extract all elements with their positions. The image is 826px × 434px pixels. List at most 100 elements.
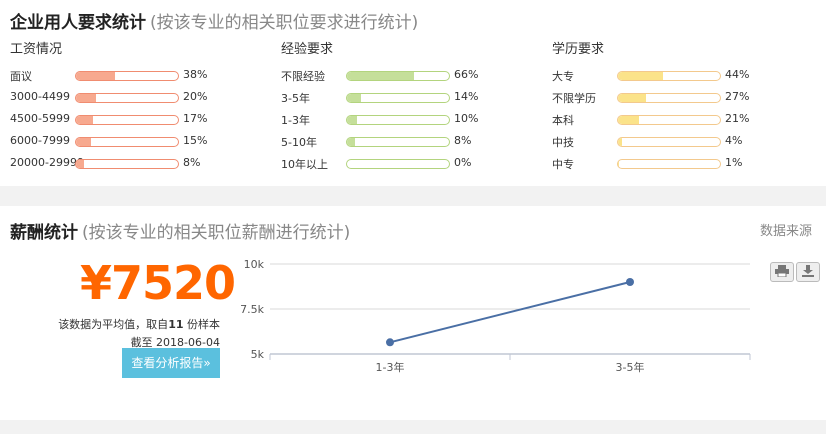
stat-row: 1-3年 10% bbox=[281, 109, 478, 131]
view-report-button[interactable]: 查看分析报告» bbox=[122, 348, 220, 378]
stat-bar-fill bbox=[347, 116, 358, 124]
requirements-section: 企业用人要求统计 (按该专业的相关职位要求进行统计) 工资情况面议 38% 3000-… bbox=[0, 0, 826, 186]
data-source-link[interactable]: 数据来源 bbox=[760, 220, 812, 239]
stat-label: 1-3年 bbox=[281, 114, 310, 127]
data-point[interactable] bbox=[386, 338, 394, 347]
stat-percent: 44% bbox=[725, 68, 750, 81]
average-salary: ¥7520 bbox=[80, 256, 236, 310]
stat-row: 面议 38% bbox=[10, 65, 207, 87]
stat-percent: 38% bbox=[183, 68, 208, 81]
sample-count: 11 bbox=[168, 318, 184, 331]
stat-bar-fill bbox=[618, 138, 623, 146]
stat-bar bbox=[617, 71, 721, 81]
stat-row: 不限学历 27% bbox=[552, 87, 749, 109]
column-heading: 经验要求 bbox=[281, 42, 334, 57]
stat-bar bbox=[75, 115, 179, 125]
stat-bar bbox=[617, 115, 721, 125]
y-tick-label: 5k bbox=[251, 348, 265, 361]
stat-bar-fill bbox=[76, 94, 97, 102]
data-point[interactable] bbox=[626, 278, 634, 286]
stat-percent: 66% bbox=[454, 68, 479, 81]
x-tick-label: 3-5年 bbox=[616, 360, 645, 374]
stat-bar-fill bbox=[76, 116, 94, 124]
stat-bar bbox=[617, 93, 721, 103]
stat-row: 中专 1% bbox=[552, 153, 742, 175]
stat-bar bbox=[346, 159, 450, 169]
stat-bar bbox=[75, 71, 179, 81]
y-tick-label: 10k bbox=[244, 258, 265, 271]
experience-column: 经验要求不限经验 66% 3-5年 14% 1-3年 10% 5-10年 8% 10年以上 0% bbox=[281, 40, 478, 175]
stat-bar bbox=[346, 93, 450, 103]
stat-bar bbox=[75, 137, 179, 147]
stat-bar-fill bbox=[347, 72, 415, 80]
requirements-header: 企业用人要求统计 (按该专业的相关职位要求进行统计) bbox=[10, 8, 418, 33]
stat-percent: 15% bbox=[183, 134, 208, 147]
series-line bbox=[389, 281, 631, 344]
stat-row: 本科 21% bbox=[552, 109, 749, 131]
stat-percent: 10% bbox=[454, 112, 479, 125]
stat-label: 面议 bbox=[10, 70, 32, 83]
stat-bar-fill bbox=[618, 160, 620, 168]
stat-percent: 4% bbox=[725, 134, 743, 147]
sample-note-prefix: 该数据为平均值，取自 bbox=[58, 318, 169, 331]
stat-percent: 8% bbox=[454, 134, 472, 147]
stat-bar-fill bbox=[347, 94, 362, 102]
stat-bar bbox=[617, 159, 721, 169]
education-column: 学历要求大专 44% 不限学历 27% 本科 21% 中技 4% 中专 1% bbox=[552, 40, 749, 175]
section-divider bbox=[0, 186, 826, 206]
column-heading: 学历要求 bbox=[552, 42, 605, 57]
stat-bar-fill bbox=[76, 72, 115, 80]
stat-row: 4500-5999 17% bbox=[10, 109, 207, 131]
stat-percent: 20% bbox=[183, 90, 208, 103]
stat-label: 中专 bbox=[552, 158, 574, 171]
column-heading: 工资情况 bbox=[10, 42, 63, 57]
stat-label: 4500-5999 bbox=[10, 112, 70, 125]
stat-bar-fill bbox=[76, 138, 92, 146]
stat-percent: 17% bbox=[183, 112, 208, 125]
y-tick-label: 7.5k bbox=[240, 303, 264, 316]
salary-section: 薪酬统计 (按该专业的相关职位薪酬进行统计) 数据来源 ¥7520 该数据为平均值… bbox=[0, 206, 826, 420]
stat-row: 6000-7999 15% bbox=[10, 131, 207, 153]
print-button[interactable] bbox=[770, 262, 794, 282]
stat-row: 20000-29999 8% bbox=[10, 153, 200, 175]
stat-row: 不限经验 66% bbox=[281, 65, 478, 87]
stat-bar bbox=[346, 115, 450, 125]
stat-bar-fill bbox=[76, 160, 85, 168]
download-button[interactable] bbox=[796, 262, 820, 282]
stat-bar-fill bbox=[618, 94, 646, 102]
salary-title: 薪酬统计 bbox=[10, 223, 78, 243]
stat-row: 3-5年 14% bbox=[281, 87, 478, 109]
stat-bar-fill bbox=[347, 138, 356, 146]
stat-bar bbox=[75, 93, 179, 103]
stat-percent: 21% bbox=[725, 112, 750, 125]
stat-label: 中技 bbox=[552, 136, 574, 149]
stat-row: 5-10年 8% bbox=[281, 131, 471, 153]
stat-percent: 8% bbox=[183, 156, 201, 169]
stat-bar bbox=[617, 137, 721, 147]
stat-bar bbox=[75, 159, 179, 169]
bottom-divider bbox=[0, 420, 826, 434]
x-tick-label: 1-3年 bbox=[376, 360, 405, 374]
sample-note: 该数据为平均值，取自11 份样本 bbox=[58, 316, 220, 332]
stat-label: 10年以上 bbox=[281, 158, 328, 171]
download-icon bbox=[802, 265, 814, 277]
stat-percent: 0% bbox=[454, 156, 472, 169]
stat-row: 大专 44% bbox=[552, 65, 749, 87]
stat-percent: 1% bbox=[725, 156, 743, 169]
requirements-subtitle: (按该专业的相关职位要求进行统计) bbox=[150, 13, 419, 33]
stat-label: 不限学历 bbox=[552, 92, 596, 105]
stat-label: 3-5年 bbox=[281, 92, 310, 105]
stat-percent: 14% bbox=[454, 90, 479, 103]
stat-label: 3000-4499 bbox=[10, 90, 70, 103]
salary-header: 薪酬统计 (按该专业的相关职位薪酬进行统计) bbox=[10, 218, 350, 243]
stat-row: 中技 4% bbox=[552, 131, 742, 153]
sample-note-suffix: 份样本 bbox=[183, 318, 220, 331]
stat-label: 20000-29999 bbox=[10, 156, 84, 169]
stat-bar bbox=[346, 71, 450, 81]
stat-label: 5-10年 bbox=[281, 136, 317, 149]
stat-label: 不限经验 bbox=[281, 70, 325, 83]
stat-bar-fill bbox=[618, 72, 663, 80]
salary-distribution-column: 工资情况面议 38% 3000-4499 20% 4500-5999 17% 6000-79… bbox=[10, 40, 207, 175]
stat-label: 6000-7999 bbox=[10, 134, 70, 147]
stat-row: 3000-4499 20% bbox=[10, 87, 207, 109]
